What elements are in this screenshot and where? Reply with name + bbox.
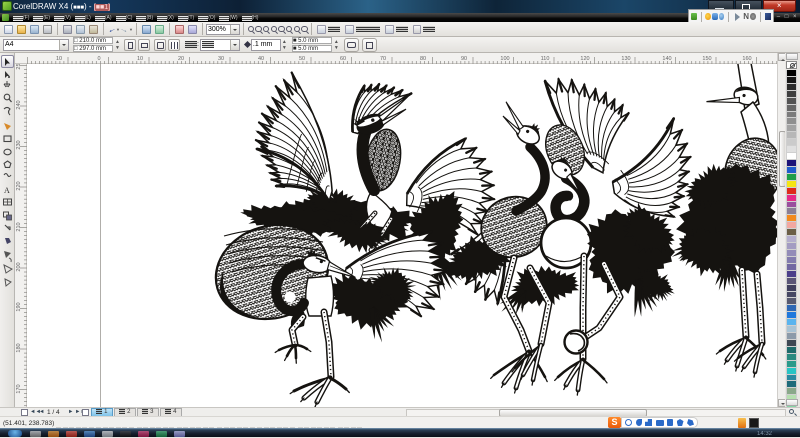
- svg-text:90: 90: [461, 56, 467, 62]
- svg-text:50: 50: [299, 56, 305, 62]
- svg-text:120: 120: [580, 56, 589, 62]
- svg-text:10: 10: [56, 56, 62, 62]
- svg-text:240: 240: [16, 100, 22, 109]
- svg-text:110: 110: [541, 56, 550, 62]
- svg-text:230: 230: [16, 140, 22, 149]
- svg-text:200: 200: [16, 262, 22, 271]
- svg-text:190: 190: [16, 302, 22, 311]
- svg-text:70: 70: [380, 56, 386, 62]
- svg-text:30: 30: [218, 56, 224, 62]
- svg-text:180: 180: [16, 343, 22, 352]
- svg-text:220: 220: [16, 181, 22, 190]
- svg-text:100: 100: [500, 56, 509, 62]
- svg-text:160: 160: [742, 56, 751, 62]
- svg-text:A: A: [4, 186, 10, 195]
- svg-text:130: 130: [621, 56, 630, 62]
- svg-text:20: 20: [178, 56, 184, 62]
- svg-text:0: 0: [97, 56, 100, 62]
- svg-text:80: 80: [420, 56, 426, 62]
- svg-text:140: 140: [662, 56, 671, 62]
- svg-text:250: 250: [16, 64, 22, 70]
- svg-text:40: 40: [258, 56, 264, 62]
- svg-text:60: 60: [340, 56, 346, 62]
- svg-text:170: 170: [16, 384, 22, 393]
- svg-text:10: 10: [137, 56, 143, 62]
- svg-text:210: 210: [16, 222, 22, 231]
- svg-text:150: 150: [702, 56, 711, 62]
